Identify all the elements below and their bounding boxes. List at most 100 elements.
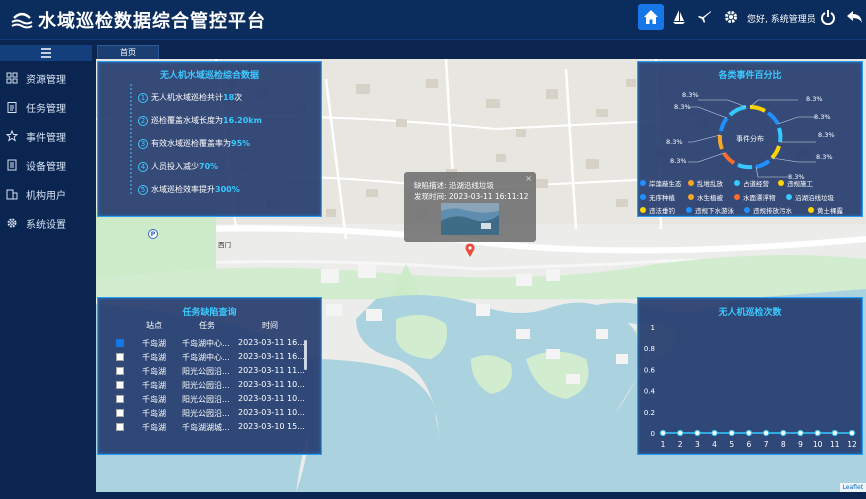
stat-row-patrol-count: 1 无人机水域巡检共计 18 次 bbox=[138, 92, 242, 103]
table-row[interactable]: 千岛湖 阳光公园沿... 2023-03-11 11... bbox=[98, 364, 321, 378]
x-tick-label: 2 bbox=[678, 440, 683, 449]
legend-item[interactable]: 黄土裸露 bbox=[808, 205, 843, 215]
legend-dot bbox=[686, 207, 692, 213]
row-checkbox[interactable] bbox=[116, 353, 124, 361]
legend-item[interactable]: 违规施工 bbox=[778, 178, 813, 188]
sidebar-item-system-settings[interactable]: 系统设置 bbox=[0, 212, 92, 234]
legend-label: 占道经营 bbox=[743, 180, 769, 188]
row-checkbox[interactable] bbox=[116, 367, 124, 375]
settings-nav-button[interactable] bbox=[718, 4, 744, 30]
y-tick-label: 0.6 bbox=[644, 366, 656, 374]
legend-item[interactable]: 沿湖沿线垃圾 bbox=[786, 192, 834, 202]
org-icon bbox=[6, 189, 18, 200]
sidebar-item-resources[interactable]: 资源管理 bbox=[0, 67, 92, 89]
map-label-parking: P bbox=[148, 229, 158, 239]
row-time: 2023-03-11 10... bbox=[238, 380, 305, 389]
map-marker-icon[interactable] bbox=[465, 243, 475, 257]
row-checkbox[interactable] bbox=[116, 409, 124, 417]
legend-label: 黄土裸露 bbox=[817, 207, 843, 215]
table-row[interactable]: 千岛湖 阳光公园沿... 2023-03-11 10... bbox=[98, 392, 321, 406]
sidebar-item-tasks[interactable]: 任务管理 bbox=[0, 96, 92, 118]
legend-label: 违规排放污水 bbox=[753, 207, 792, 215]
back-button[interactable] bbox=[842, 4, 866, 30]
popup-description: 缺陷描述: 沿湖沿线垃圾 bbox=[414, 181, 494, 190]
legend-item[interactable]: 违规下水游泳 bbox=[686, 205, 734, 215]
stat-value: 16.20km bbox=[223, 116, 262, 125]
defect-popup[interactable]: × 缺陷描述: 沿湖沿线垃圾 发现时间: 2023-03-11 16:11:12 bbox=[404, 172, 536, 242]
legend-label: 违规施工 bbox=[787, 180, 813, 188]
power-icon bbox=[821, 10, 835, 25]
table-row[interactable]: 千岛湖 阳光公园沿... 2023-03-11 10... bbox=[98, 406, 321, 420]
event-percent: 8.3% bbox=[818, 131, 835, 139]
legend-item[interactable]: 乱堆乱放 bbox=[688, 178, 723, 188]
legend-label: 沿湖沿线垃圾 bbox=[795, 194, 834, 202]
event-percent: 8.3% bbox=[814, 113, 831, 121]
legend-dot bbox=[640, 207, 646, 213]
row-site: 千岛湖 bbox=[142, 353, 166, 362]
x-tick-label: 10 bbox=[813, 440, 823, 449]
y-tick-label: 0.4 bbox=[644, 388, 656, 396]
legend-item[interactable]: 水面漂浮物 bbox=[734, 192, 776, 202]
sidebar-item-label: 任务管理 bbox=[26, 103, 66, 115]
table-row[interactable]: 千岛湖 千岛湖中心... 2023-03-11 16... bbox=[98, 350, 321, 364]
data-point bbox=[848, 429, 856, 437]
row-time: 2023-03-10 15... bbox=[238, 422, 305, 431]
menu-toggle-button[interactable] bbox=[0, 45, 92, 61]
event-percent: 8.3% bbox=[666, 138, 683, 146]
logout-button[interactable] bbox=[815, 4, 841, 30]
row-checkbox[interactable] bbox=[116, 395, 124, 403]
boat-nav-button[interactable] bbox=[666, 4, 692, 30]
legend-dot bbox=[744, 207, 750, 213]
x-tick-label: 8 bbox=[781, 440, 786, 449]
sidebar-item-events[interactable]: 事件管理 bbox=[0, 125, 92, 147]
legend-label: 水生植被 bbox=[697, 194, 723, 202]
stat-text: 水域巡检效率提升 bbox=[151, 185, 215, 194]
legend-item[interactable]: 占道经营 bbox=[734, 178, 769, 188]
stat-row-coverage-length: 2 巡检覆盖水域长度为 16.20km bbox=[138, 115, 262, 126]
grid-icon bbox=[6, 72, 18, 84]
stats-timeline-line bbox=[130, 84, 132, 194]
sidebar-item-label: 机构用户 bbox=[26, 190, 66, 202]
sidebar-item-devices[interactable]: 设备管理 bbox=[0, 154, 92, 176]
legend-item[interactable]: 岸藻蔽生态 bbox=[640, 178, 682, 188]
legend-dot bbox=[640, 180, 646, 186]
data-point bbox=[659, 429, 667, 437]
legend-item[interactable]: 无序种植 bbox=[640, 192, 675, 202]
legend-item[interactable]: 违法垂钓 bbox=[640, 205, 675, 215]
sidebar-item-org-users[interactable]: 机构用户 bbox=[0, 183, 92, 205]
gear-icon bbox=[725, 11, 737, 23]
table-row[interactable]: 千岛湖 阳光公园沿... 2023-03-11 10... bbox=[98, 378, 321, 392]
event-ring-center-label: 事件分布 bbox=[736, 135, 764, 143]
column-header-site: 站点 bbox=[146, 321, 162, 330]
legend-dot bbox=[734, 194, 740, 200]
leaflet-attribution[interactable]: Leaflet bbox=[839, 483, 866, 492]
table-row[interactable]: 千岛湖 千岛湖中心... 2023-03-11 16... bbox=[98, 336, 321, 350]
x-tick-label: 3 bbox=[695, 440, 700, 449]
table-scrollbar[interactable] bbox=[304, 340, 307, 370]
tab-home[interactable]: 首页 bbox=[97, 45, 159, 59]
row-checkbox[interactable] bbox=[116, 339, 124, 347]
legend-dot bbox=[786, 194, 792, 200]
legend-item[interactable]: 水生植被 bbox=[688, 192, 723, 202]
x-tick-label: 9 bbox=[798, 440, 803, 449]
plane-nav-button[interactable] bbox=[692, 4, 718, 30]
stat-value: 95% bbox=[231, 139, 251, 148]
row-time: 2023-03-11 16... bbox=[238, 352, 305, 361]
stat-index: 1 bbox=[138, 92, 148, 103]
popup-thumbnail[interactable] bbox=[441, 203, 499, 235]
popup-close-button[interactable]: × bbox=[525, 174, 532, 183]
home-nav-button[interactable] bbox=[638, 4, 664, 30]
stat-value: 300% bbox=[215, 185, 240, 194]
legend-item[interactable]: 违规排放污水 bbox=[744, 205, 792, 215]
row-site: 千岛湖 bbox=[142, 395, 166, 404]
row-time: 2023-03-11 10... bbox=[238, 394, 305, 403]
table-row[interactable]: 千岛湖 千岛湖湖城... 2023-03-10 15... bbox=[98, 420, 321, 434]
sidebar-item-label: 事件管理 bbox=[26, 132, 66, 144]
row-checkbox[interactable] bbox=[116, 381, 124, 389]
row-checkbox[interactable] bbox=[116, 423, 124, 431]
stat-value: 18 bbox=[223, 93, 235, 102]
legend-label: 乱堆乱放 bbox=[697, 180, 723, 188]
menu-icon bbox=[41, 48, 51, 58]
stat-index: 3 bbox=[138, 138, 148, 149]
event-percent: 8.3% bbox=[816, 153, 833, 161]
